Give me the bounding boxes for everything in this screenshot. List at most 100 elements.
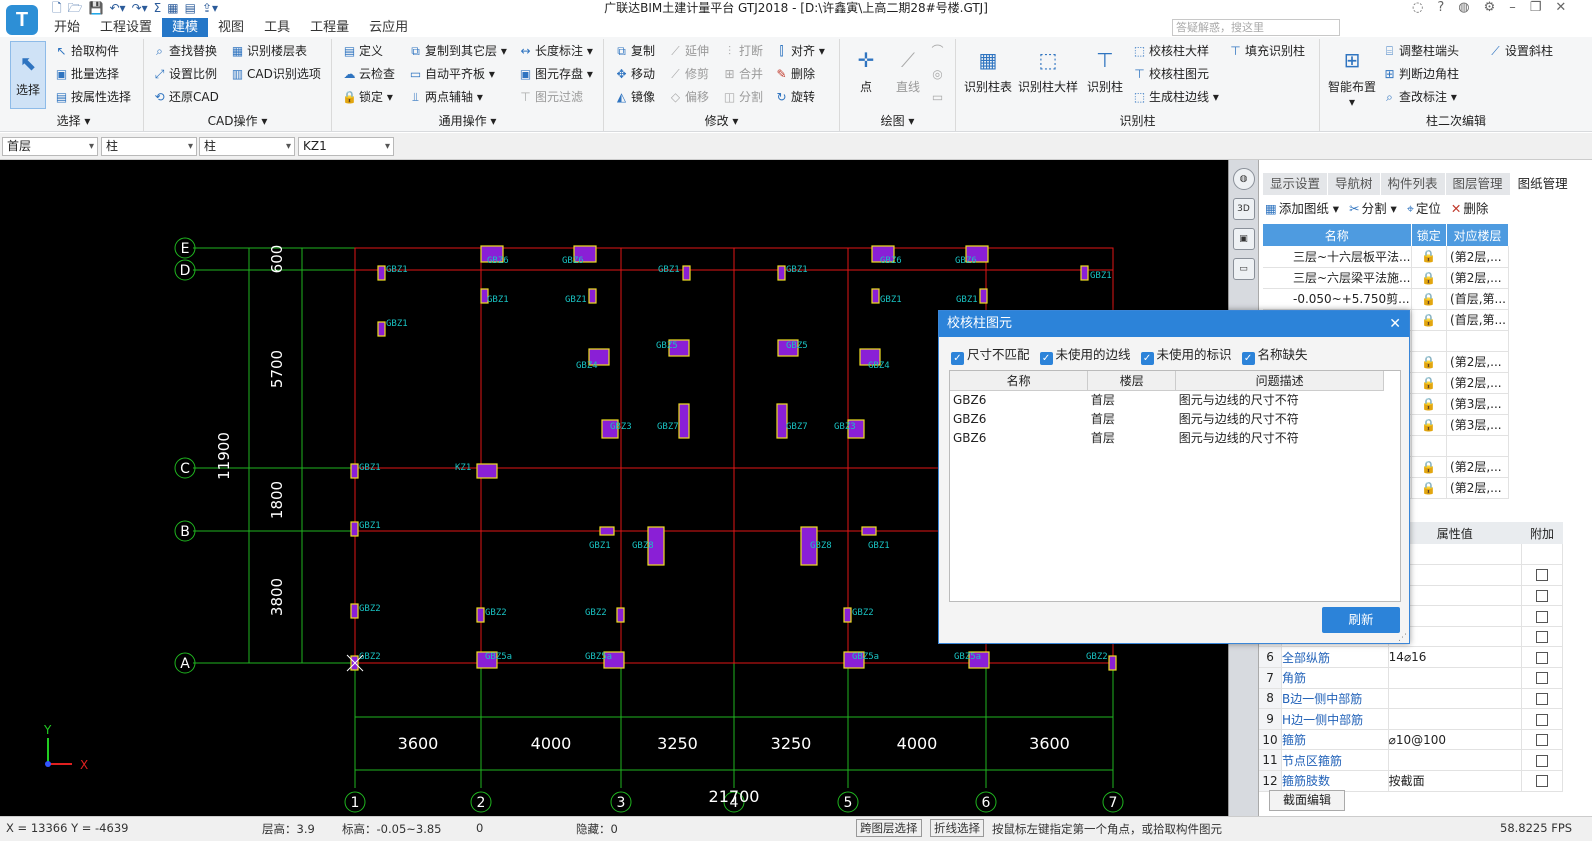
minimize-icon[interactable]: – (1509, 0, 1516, 16)
add-drawing-button[interactable]: ▦ 添加图纸 ▾ (1265, 200, 1339, 218)
filter-checkbox-2[interactable]: ✓ 未使用的标识 (1140, 347, 1232, 365)
extra-checkbox[interactable] (1535, 775, 1548, 788)
generate-column-edge-button[interactable]: ⬚ 生成柱边线 ▾ (1132, 87, 1219, 107)
recognize-column-detail-button[interactable]: ⬚ 识别柱大样 (1016, 45, 1080, 95)
merge-button[interactable]: ⊞ 合并 (722, 64, 763, 84)
redo-icon[interactable]: ↷▾ (132, 0, 148, 16)
lock-icon[interactable]: 🔒 (1421, 355, 1436, 369)
lock-cell[interactable] (1411, 435, 1448, 457)
tab-6[interactable]: 云应用 (359, 18, 418, 37)
pick-component-button[interactable]: ↖ 拾取构件 (54, 41, 119, 61)
property-row[interactable]: 11 节点区箍筋 (1259, 749, 1564, 772)
new-file-icon[interactable]: 🗋 (52, 0, 62, 16)
arc-icon[interactable]: ⌒ (930, 41, 947, 61)
close-icon[interactable]: ✕ (1389, 311, 1401, 337)
dialog-title-bar[interactable]: 校核柱图元 ✕ (939, 311, 1409, 337)
user-icon[interactable]: ◌ (1412, 0, 1423, 16)
rect-icon[interactable]: ▭ (930, 87, 947, 107)
lock-icon[interactable]: 🔒 (1421, 271, 1436, 285)
cloud-check-button[interactable]: ☁ 云检查 (342, 64, 396, 84)
split-button[interactable]: ◫ 分割 (722, 87, 763, 107)
table-row[interactable]: -0.050~+5.750剪... 🔒 (首层,第... (1263, 288, 1509, 310)
cross-layer-select-button[interactable]: 跨图层选择 (856, 819, 922, 837)
undo-icon[interactable]: ↶▾ (110, 0, 126, 16)
move-button[interactable]: ✥ 移动 (614, 64, 655, 84)
extra-checkbox[interactable] (1535, 589, 1548, 602)
line-button[interactable]: ⟋ 直线 (888, 45, 928, 95)
message-icon[interactable]: ◍ (1458, 0, 1469, 16)
category-select[interactable]: 柱 (101, 137, 197, 156)
property-row[interactable]: 6 全部纵筋 14⌀16 (1259, 646, 1564, 669)
select-by-property-button[interactable]: ▤ 按属性选择 (54, 87, 131, 107)
set-scale-button[interactable]: ⤢ 设置比例 (152, 64, 217, 84)
split-drawing-button[interactable]: ✂ 分割 ▾ (1349, 200, 1397, 218)
lock-icon[interactable]: 🔒 (1421, 481, 1436, 495)
recognize-column-table-button[interactable]: ▦ 识别柱表 (962, 45, 1014, 95)
locate-button[interactable]: ⌖ 定位 (1407, 200, 1441, 218)
issue-col-name[interactable]: 名称 (950, 371, 1089, 391)
issue-row[interactable]: GBZ6 首层 图元与边线的尺寸不符 (950, 428, 1384, 447)
filter-checkbox-0[interactable]: ✓ 尺寸不匹配 (951, 347, 1030, 365)
delete-drawing-button[interactable]: ✕ 删除 (1451, 200, 1489, 218)
view-cube-icon[interactable]: ▣ (1232, 228, 1255, 250)
col-lock[interactable]: 锁定 (1411, 224, 1448, 246)
lock-cell[interactable]: 🔒 (1411, 456, 1448, 478)
set-inclined-column-button[interactable]: ⟋ 设置斜柱 (1488, 41, 1553, 61)
trim-button[interactable]: ⟋ 修剪 (668, 64, 709, 84)
view-3d-icon[interactable]: 3D (1232, 198, 1255, 220)
open-file-icon[interactable]: 🗁 (68, 0, 83, 16)
copy-button[interactable]: ⧉ 复制 (614, 41, 655, 61)
extra-checkbox[interactable] (1535, 692, 1548, 705)
floor-select[interactable]: 首层 (2, 137, 98, 156)
export-icon[interactable]: ⇪▾ (202, 0, 218, 16)
settings-icon[interactable]: ⚙ (1484, 0, 1496, 16)
element-filter-button[interactable]: ⊤ 图元过滤 (518, 87, 583, 107)
refresh-button[interactable]: 刷新 (1322, 607, 1400, 633)
prop-value[interactable]: 14⌀16 (1388, 646, 1522, 669)
recognize-floor-table-button[interactable]: ▦ 识别楼层表 (230, 41, 307, 61)
mirror-button[interactable]: ◭ 镜像 (614, 87, 655, 107)
panel-tab-3[interactable]: 图层管理 (1445, 173, 1511, 195)
lock-cell[interactable]: 🔒 (1411, 477, 1448, 499)
fill-recognize-column-button[interactable]: ⊤ 填充识别柱 (1228, 41, 1305, 61)
sum-icon[interactable]: Σ (154, 0, 162, 16)
adjust-column-end-button[interactable]: ⌸ 调整柱端头 (1382, 41, 1459, 61)
save-icon[interactable]: 💾 (89, 0, 104, 16)
save-element-button[interactable]: ▣ 图元存盘 ▾ (518, 64, 593, 84)
check-column-detail-button[interactable]: ⬚ 校核柱大样 (1132, 41, 1209, 61)
issue-col-floor[interactable]: 楼层 (1087, 371, 1177, 391)
two-point-axis-button[interactable]: ⫫ 两点辅轴 ▾ (408, 87, 483, 107)
property-row[interactable]: 8 B边一侧中部筋 (1259, 688, 1564, 710)
smart-layout-button[interactable]: ⊞ 智能布置 ▾ (1326, 45, 1378, 109)
break-button[interactable]: ⫶ 打断 (722, 41, 763, 61)
table-row[interactable]: 三层~十六层板平法... 🔒 (第2层,... (1263, 246, 1509, 268)
panel-tab-2[interactable]: 构件列表 (1380, 173, 1446, 195)
find-replace-button[interactable]: ⌕ 查找替换 (152, 41, 217, 61)
col-name[interactable]: 名称 (1263, 224, 1412, 246)
extra-checkbox[interactable] (1535, 569, 1548, 582)
component-select[interactable]: KZ1 (298, 137, 394, 156)
check-column-element-button[interactable]: ⊤ 校核柱图元 (1132, 64, 1209, 84)
lock-cell[interactable]: 🔒 (1411, 246, 1448, 268)
extra-checkbox[interactable] (1535, 754, 1548, 767)
copy-to-floor-button[interactable]: ⧉ 复制到其它层 ▾ (408, 41, 507, 61)
cad-options-button[interactable]: ▥ CAD识别选项 (230, 64, 321, 84)
lock-cell[interactable] (1411, 330, 1448, 352)
prop-value[interactable] (1388, 708, 1522, 730)
extra-checkbox[interactable] (1535, 672, 1548, 685)
filter-checkbox-1[interactable]: ✓ 未使用的边线 (1039, 347, 1131, 365)
help-icon[interactable]: ? (1437, 0, 1444, 16)
lock-icon[interactable]: 🔒 (1421, 376, 1436, 390)
panel-tab-1[interactable]: 导航树 (1328, 173, 1381, 195)
close-icon[interactable]: ✕ (1555, 0, 1566, 16)
batch-select-button[interactable]: ▣ 批量选择 (54, 64, 119, 84)
judge-corner-column-button[interactable]: ⊞ 判断边角柱 (1382, 64, 1459, 84)
tab-1[interactable]: 工程设置 (90, 18, 162, 37)
property-row[interactable]: 7 角筋 (1259, 667, 1564, 689)
panel-tab-0[interactable]: 显示设置 (1263, 173, 1329, 195)
extra-checkbox[interactable] (1535, 734, 1548, 747)
offset-button[interactable]: ◇ 偏移 (668, 87, 709, 107)
table-row[interactable]: 三层~六层梁平法施... 🔒 (第2层,... (1263, 267, 1509, 289)
property-row[interactable]: 9 H边一侧中部筋 (1259, 708, 1564, 730)
edit-annotation-button[interactable]: ⌕ 查改标注 ▾ (1382, 87, 1457, 107)
